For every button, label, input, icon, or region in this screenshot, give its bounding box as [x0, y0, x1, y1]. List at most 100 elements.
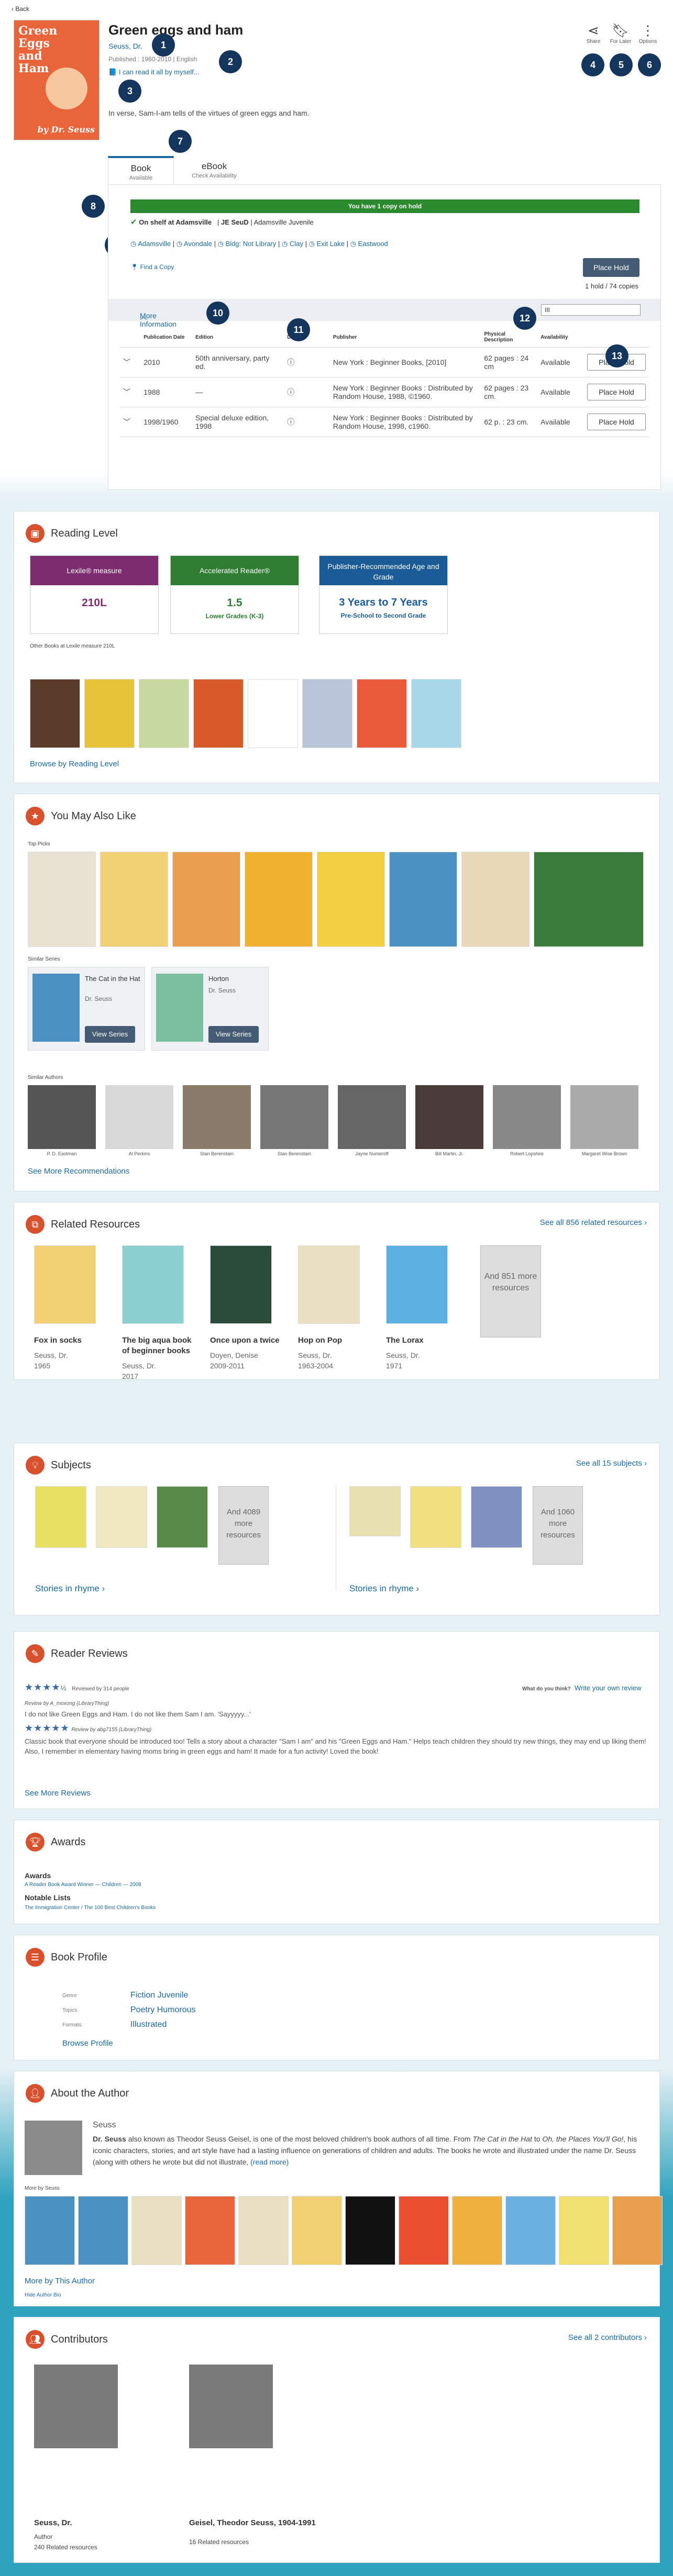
book-thumb[interactable] — [100, 852, 168, 947]
contributor-name[interactable]: Seuss, Dr. — [34, 2517, 72, 2529]
age-grade-box[interactable]: Publisher-Recommended Age and Grade 3 Ye… — [319, 555, 448, 634]
location-link[interactable]: ◷ Exit Lake — [309, 240, 345, 248]
subject-thumb[interactable] — [96, 1486, 147, 1548]
author-card[interactable]: Margaret Wise Brown — [570, 1085, 638, 1157]
book-thumb[interactable] — [84, 679, 135, 748]
location-link[interactable]: ◷ Clay — [282, 240, 303, 248]
author-card[interactable]: Al Perkins — [105, 1085, 173, 1157]
book-thumb[interactable] — [302, 679, 352, 748]
find-copy-link[interactable]: 📍︎ Find a Copy — [130, 263, 174, 271]
see-all-related-link[interactable]: See all 856 related resources › — [540, 1218, 647, 1227]
profile-value[interactable]: Fiction Juvenile — [130, 1991, 188, 2000]
hide-author-bio-link[interactable]: Hide Author Bio — [25, 2292, 61, 2298]
award-link[interactable]: A Reader Book Award Winner — Children — … — [25, 1882, 141, 1888]
tab-book[interactable]: Book Available — [108, 156, 174, 185]
subject-thumb[interactable] — [410, 1486, 461, 1548]
book-thumb[interactable] — [78, 2196, 128, 2265]
author-card[interactable]: Stan Berenstain — [183, 1085, 251, 1157]
write-review-link[interactable]: Write your own review — [575, 1684, 642, 1692]
lexile-box[interactable]: Lexile® measure 210L — [30, 555, 159, 634]
book-thumb[interactable] — [25, 2196, 75, 2265]
series-name[interactable]: The Cat in the Hat — [85, 975, 140, 983]
location-link[interactable]: ◷ Eastwood — [350, 240, 388, 248]
more-resources-button[interactable]: And 851 more resources — [480, 1245, 541, 1337]
info-icon[interactable]: ⓘ — [284, 347, 330, 377]
subject-thumb[interactable] — [471, 1486, 522, 1548]
book-thumb[interactable] — [248, 679, 298, 748]
book-thumb[interactable] — [389, 852, 457, 947]
contributor-photo[interactable] — [34, 2365, 118, 2448]
options-button[interactable]: ⋮ Options — [630, 22, 666, 44]
book-thumb[interactable] — [559, 2196, 609, 2265]
location-link[interactable]: ◷ Bldg: Not Library — [218, 240, 277, 248]
info-icon[interactable]: ⓘ — [284, 407, 330, 437]
view-series-button[interactable]: View Series — [208, 1026, 259, 1043]
related-item[interactable]: Fox in socks Seuss, Dr. 1965 — [34, 1245, 113, 1371]
book-thumb[interactable] — [534, 852, 644, 947]
profile-value[interactable]: Illustrated — [130, 2020, 167, 2029]
accelerated-reader-box[interactable]: Accelerated Reader® 1.5 Lower Grades (K-… — [170, 555, 299, 634]
author-card[interactable]: P. D. Eastman — [28, 1085, 96, 1157]
series-thumb[interactable] — [156, 974, 203, 1042]
place-hold-button[interactable]: Place Hold — [583, 258, 639, 277]
see-all-contributors-link[interactable]: See all 2 contributors › — [568, 2333, 647, 2342]
profile-value[interactable]: Poetry Humorous — [130, 2005, 196, 2015]
book-thumb[interactable] — [193, 679, 244, 748]
book-thumb[interactable] — [612, 2196, 663, 2265]
book-thumb[interactable] — [28, 852, 96, 947]
series-thumb[interactable] — [32, 974, 80, 1042]
notable-list-link[interactable]: The Immigration Center / The 100 Best Ch… — [25, 1905, 156, 1911]
book-thumb[interactable] — [238, 2196, 289, 2265]
filter-input[interactable]: III — [541, 304, 641, 316]
related-item[interactable]: The Lorax Seuss, Dr. 1971 — [386, 1245, 465, 1371]
related-item[interactable]: Once upon a twice Doyen, Denise 2009-2011 — [210, 1245, 289, 1371]
book-thumb[interactable] — [172, 852, 240, 947]
contributor-name[interactable]: Geisel, Theodor Seuss, 1904-1991 — [189, 2517, 316, 2529]
book-thumb[interactable] — [452, 2196, 502, 2265]
book-thumb[interactable] — [399, 2196, 449, 2265]
more-resources-button[interactable]: And 4089 more resources — [218, 1486, 269, 1565]
series-name[interactable]: Horton — [208, 975, 229, 983]
more-resources-button[interactable]: And 1060 more resources — [533, 1486, 583, 1565]
book-thumb[interactable] — [185, 2196, 235, 2265]
expand-chevron-icon[interactable]: ﹀ — [120, 377, 141, 407]
series-link[interactable]: 📘 I can read it all by myself... — [108, 68, 200, 76]
subject-link[interactable]: Stories in rhyme › — [349, 1583, 419, 1594]
book-thumb[interactable] — [345, 2196, 395, 2265]
see-more-recommendations-link[interactable]: See More Recommendations — [28, 1167, 129, 1176]
book-thumb[interactable] — [505, 2196, 556, 2265]
place-hold-row-button[interactable]: Place Hold — [587, 384, 646, 400]
browse-profile-link[interactable]: Browse Profile — [62, 2039, 113, 2048]
book-thumb[interactable] — [139, 679, 189, 748]
info-icon[interactable]: ⓘ — [284, 377, 330, 407]
author-card[interactable]: Robert Lopshire — [493, 1085, 561, 1157]
book-thumb[interactable] — [245, 852, 313, 947]
book-thumb[interactable] — [461, 852, 529, 947]
expand-chevron-icon[interactable]: ﹀ — [120, 347, 141, 377]
related-item[interactable]: Hop on Pop Seuss, Dr. 1963-2004 — [298, 1245, 377, 1371]
read-more-link[interactable]: (read more) — [250, 2158, 289, 2166]
browse-reading-level-link[interactable]: Browse by Reading Level — [30, 760, 119, 768]
book-thumb[interactable] — [357, 679, 407, 748]
book-author-link[interactable]: Seuss, Dr. — [108, 42, 142, 50]
book-thumb[interactable] — [317, 852, 385, 947]
see-more-reviews-link[interactable]: See More Reviews — [25, 1789, 91, 1798]
more-by-author-link[interactable]: More by This Author — [25, 2277, 95, 2285]
see-all-subjects-link[interactable]: See all 15 subjects › — [576, 1459, 647, 1468]
subject-thumb[interactable] — [35, 1486, 86, 1548]
expand-chevron-icon[interactable]: ﹀ — [120, 407, 141, 437]
subject-link[interactable]: Stories in rhyme › — [35, 1583, 105, 1594]
book-thumb[interactable] — [131, 2196, 182, 2265]
back-link[interactable]: ‹ Back — [12, 5, 29, 13]
author-card[interactable]: Jayne Numeroff — [338, 1085, 406, 1157]
author-card[interactable]: Stan Berenstain — [260, 1085, 328, 1157]
book-thumb[interactable] — [411, 679, 461, 748]
location-link[interactable]: ◷ Avondale — [176, 240, 212, 248]
related-item[interactable]: The big aqua book of beginner books Seuss… — [122, 1245, 201, 1381]
place-hold-row-button[interactable]: Place Hold — [587, 414, 646, 430]
book-thumb[interactable] — [292, 2196, 342, 2265]
contributor-photo[interactable] — [189, 2365, 273, 2448]
subject-thumb[interactable] — [349, 1486, 401, 1536]
view-series-button[interactable]: View Series — [85, 1026, 135, 1043]
location-link[interactable]: ◷ Adamsville — [130, 240, 171, 248]
